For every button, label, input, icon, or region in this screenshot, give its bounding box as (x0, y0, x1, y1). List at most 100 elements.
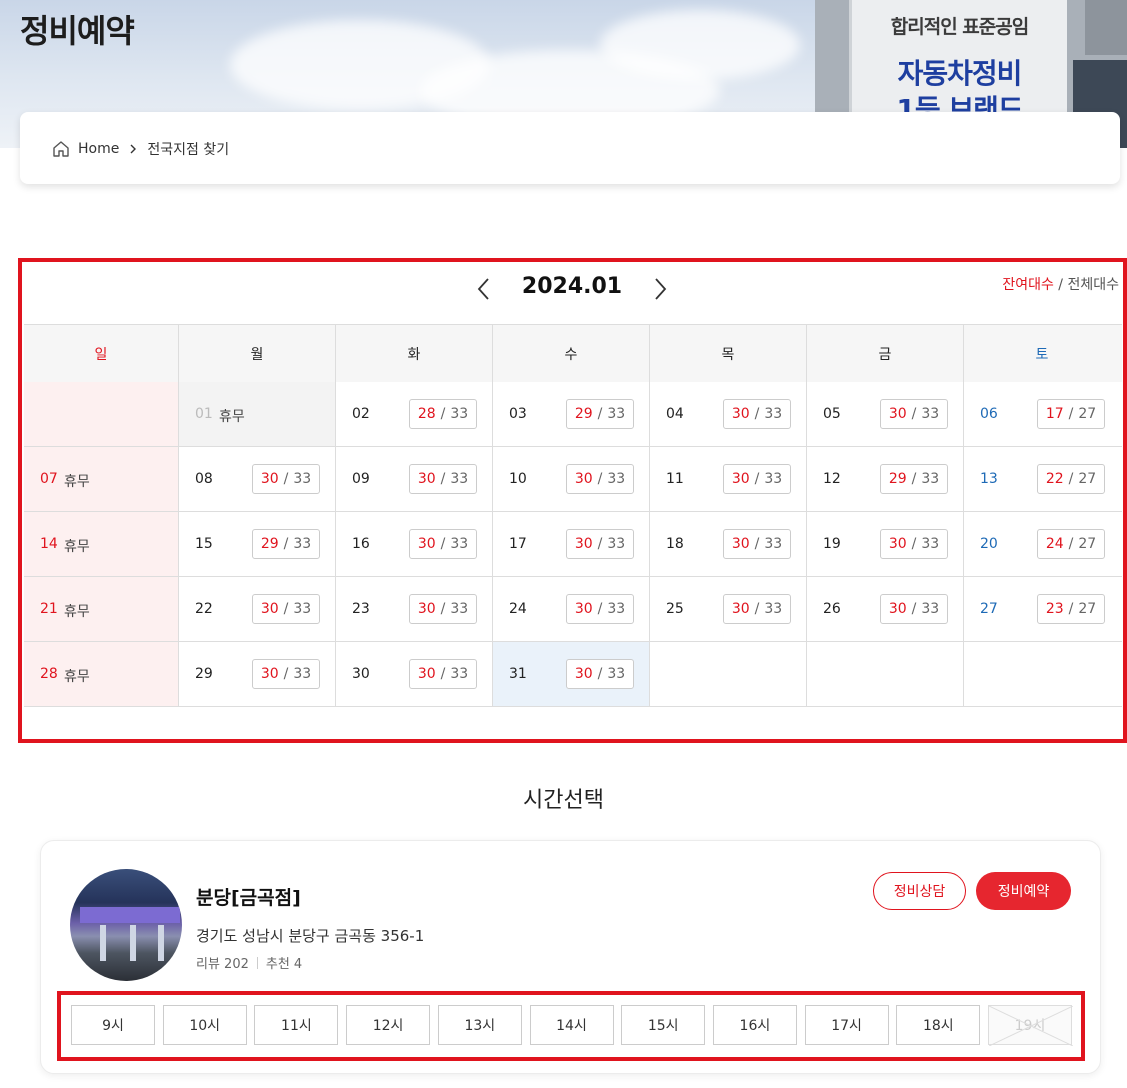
slot-total: 33 (450, 406, 469, 422)
day-number: 12 (823, 471, 841, 487)
day-number: 05 (823, 406, 841, 422)
slot-total: 33 (764, 471, 783, 487)
day-number: 21 (40, 601, 58, 617)
hour-button[interactable]: 16시 (712, 1005, 797, 1045)
calendar-day-cell[interactable]: 15 29/33 (178, 512, 335, 576)
calendar-day-cell[interactable]: 10 30/33 (492, 447, 649, 511)
availability-slot[interactable]: 29/33 (566, 399, 634, 429)
availability-slot[interactable]: 30/33 (880, 399, 948, 429)
calendar-day-cell[interactable]: 18 30/33 (649, 512, 806, 576)
breadcrumb-current[interactable]: 전국지점 찾기 (147, 139, 229, 159)
availability-slot[interactable]: 30/33 (880, 529, 948, 559)
calendar-day-cell[interactable]: 30 30/33 (335, 642, 492, 706)
closed-label: 휴무 (64, 539, 90, 555)
consult-button[interactable]: 정비상담 (873, 872, 966, 910)
cloud-decoration (600, 10, 800, 80)
calendar-day-cell[interactable]: 31 30/33 (492, 642, 649, 706)
reserve-button[interactable]: 정비예약 (976, 872, 1071, 910)
slot-separator: / (754, 471, 760, 487)
availability-slot[interactable]: 30/33 (566, 529, 634, 559)
hour-button[interactable]: 9시 (71, 1005, 155, 1045)
availability-slot[interactable]: 30/33 (723, 529, 791, 559)
availability-slot[interactable]: 30/33 (566, 594, 634, 624)
availability-slot[interactable]: 30/33 (252, 464, 320, 494)
calendar-footer-space (24, 707, 1122, 738)
shop-name: 분당[금곡점] (196, 887, 301, 909)
availability-slot[interactable]: 30/33 (252, 659, 320, 689)
hour-button[interactable]: 10시 (162, 1005, 247, 1045)
home-icon[interactable] (52, 140, 70, 158)
availability-slot[interactable]: 30/33 (409, 594, 477, 624)
slot-remaining: 30 (574, 666, 593, 682)
slot-separator: / (597, 666, 603, 682)
calendar-day-cell[interactable]: 23 30/33 (335, 577, 492, 641)
calendar-day-cell[interactable]: 11 30/33 (649, 447, 806, 511)
calendar-day-cell[interactable]: 19 30/33 (806, 512, 963, 576)
hour-button[interactable]: 12시 (346, 1005, 431, 1045)
availability-slot[interactable]: 30/33 (566, 464, 634, 494)
prev-month-button[interactable] (472, 276, 496, 302)
availability-slot[interactable]: 30/33 (409, 659, 477, 689)
availability-slot[interactable]: 24/27 (1037, 529, 1105, 559)
availability-slot[interactable]: 30/33 (880, 594, 948, 624)
availability-slot[interactable]: 30/33 (409, 529, 477, 559)
calendar-day-cell[interactable]: 02 28/33 (335, 382, 492, 446)
slot-remaining: 23 (1045, 601, 1064, 617)
hour-button[interactable]: 11시 (254, 1005, 339, 1045)
calendar-day-cell[interactable]: 06 17/27 (963, 382, 1120, 446)
day-number: 18 (666, 536, 684, 552)
availability-slot[interactable]: 22/27 (1037, 464, 1105, 494)
calendar-day-cell[interactable]: 05 30/33 (806, 382, 963, 446)
calendar-day-cell[interactable]: 09 30/33 (335, 447, 492, 511)
day-number: 09 (352, 471, 370, 487)
slot-total: 33 (450, 666, 469, 682)
calendar-day-cell[interactable]: 04 30/33 (649, 382, 806, 446)
calendar-day-cell[interactable]: 20 24/27 (963, 512, 1120, 576)
calendar-day-cell[interactable]: 13 22/27 (963, 447, 1120, 511)
slot-separator: / (911, 536, 917, 552)
calendar-empty-cell (649, 642, 806, 706)
breadcrumb-home-link[interactable]: Home (78, 141, 119, 157)
availability-slot[interactable]: 23/27 (1037, 594, 1105, 624)
calendar-week-row: 28 휴무 29 30/33 30 30/33 31 30/33 (24, 642, 1122, 707)
slot-total: 33 (764, 536, 783, 552)
availability-slot[interactable]: 30/33 (723, 399, 791, 429)
availability-slot[interactable]: 30/33 (566, 659, 634, 689)
calendar-day-cell[interactable]: 08 30/33 (178, 447, 335, 511)
calendar-day-cell[interactable]: 17 30/33 (492, 512, 649, 576)
day-number: 14 (40, 536, 58, 552)
slot-remaining: 30 (417, 601, 436, 617)
calendar-day-cell[interactable]: 29 30/33 (178, 642, 335, 706)
weekday-header: 금 (806, 325, 963, 382)
calendar-day-cell[interactable]: 22 30/33 (178, 577, 335, 641)
shop-meta: 리뷰 202 추천 4 (196, 953, 302, 972)
hour-button[interactable]: 14시 (529, 1005, 614, 1045)
calendar-day-cell[interactable]: 16 30/33 (335, 512, 492, 576)
availability-slot[interactable]: 30/33 (252, 594, 320, 624)
closed-label: 휴무 (64, 604, 90, 620)
hour-selector: 9시10시11시12시13시14시15시16시17시18시19시 (57, 991, 1085, 1061)
hour-button[interactable]: 18시 (896, 1005, 981, 1045)
calendar-day-cell[interactable]: 27 23/27 (963, 577, 1120, 641)
slot-remaining: 30 (731, 406, 750, 422)
availability-slot[interactable]: 28/33 (409, 399, 477, 429)
hour-button[interactable]: 13시 (437, 1005, 522, 1045)
slot-total: 33 (293, 666, 312, 682)
calendar-day-cell[interactable]: 24 30/33 (492, 577, 649, 641)
slot-total: 27 (1078, 471, 1097, 487)
availability-slot[interactable]: 17/27 (1037, 399, 1105, 429)
hour-button[interactable]: 17시 (804, 1005, 889, 1045)
day-number: 01 (195, 406, 213, 422)
calendar-day-cell[interactable]: 12 29/33 (806, 447, 963, 511)
availability-slot[interactable]: 30/33 (723, 594, 791, 624)
calendar-day-cell[interactable]: 25 30/33 (649, 577, 806, 641)
calendar-day-cell[interactable]: 03 29/33 (492, 382, 649, 446)
hour-button[interactable]: 15시 (621, 1005, 706, 1045)
availability-slot[interactable]: 29/33 (252, 529, 320, 559)
availability-slot[interactable]: 30/33 (409, 464, 477, 494)
next-month-button[interactable] (648, 276, 672, 302)
calendar-day-cell[interactable]: 26 30/33 (806, 577, 963, 641)
availability-slot[interactable]: 30/33 (723, 464, 791, 494)
availability-slot[interactable]: 29/33 (880, 464, 948, 494)
calendar-week-row: 01 휴무 02 28/33 03 29/33 04 30/33 05 30/33 06 17/27 (24, 382, 1122, 447)
